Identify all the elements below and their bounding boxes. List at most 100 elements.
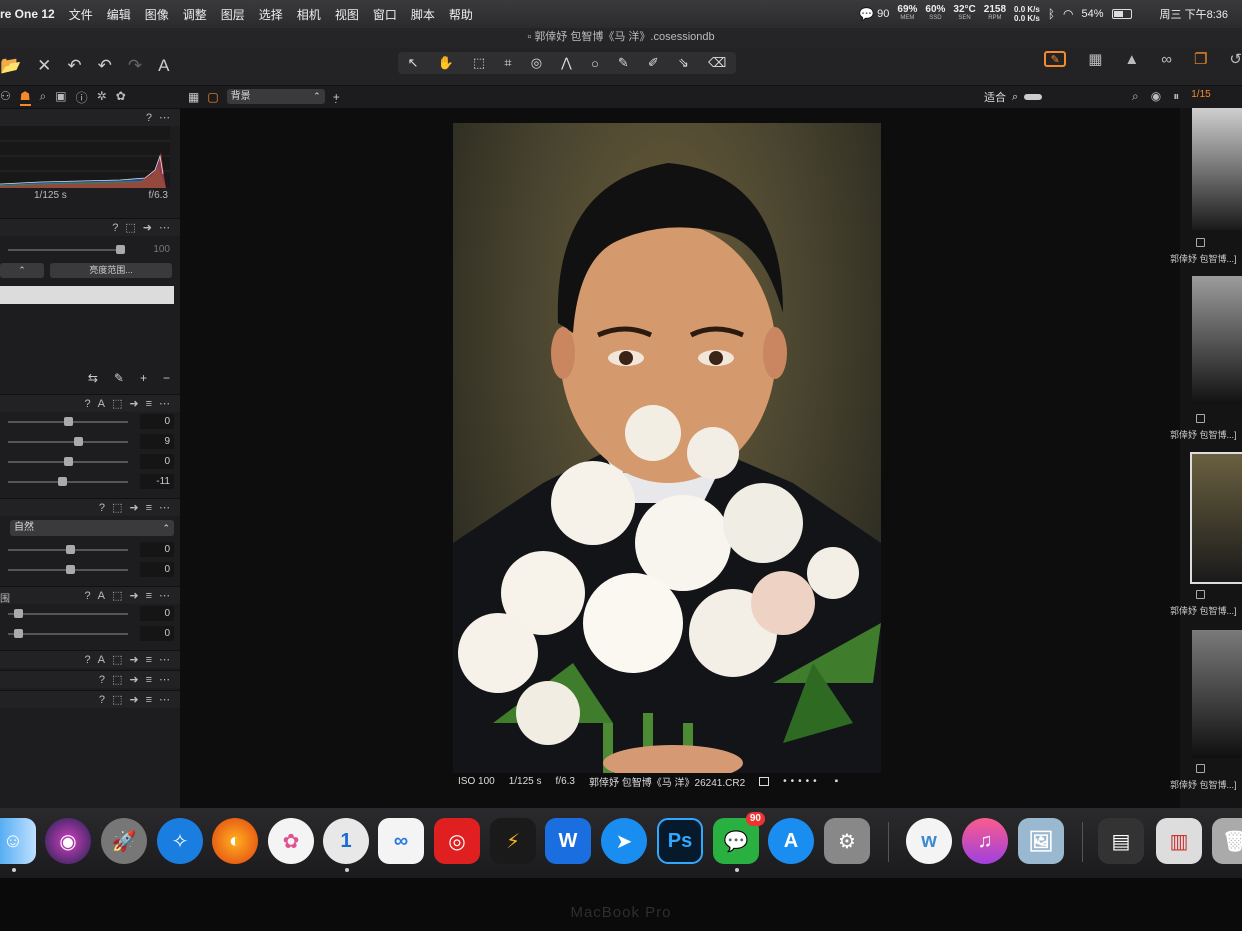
more-icon[interactable]: ⋯	[159, 589, 170, 602]
color-tag-icon[interactable]: ▪	[835, 776, 839, 787]
zoom-slider[interactable]	[1024, 94, 1043, 100]
more-icon[interactable]: ⋯	[159, 693, 170, 706]
tab-styles-icon[interactable]: ✿	[116, 89, 126, 106]
thumbnail-checkbox[interactable]	[1196, 590, 1205, 599]
tab-details-icon[interactable]: ⌕	[40, 89, 47, 106]
apply-icon[interactable]: ➜	[143, 221, 152, 234]
help-icon[interactable]: ?	[84, 398, 90, 410]
opacity-value[interactable]: 100	[140, 242, 174, 257]
vignette-mid-value[interactable]: 0	[140, 626, 174, 641]
menu-image[interactable]: 图像	[145, 6, 169, 23]
menu-layer[interactable]: 图层	[221, 6, 245, 23]
launchpad-icon[interactable]: 🚀	[101, 818, 147, 864]
menu-edit[interactable]: 编辑	[107, 6, 131, 23]
clarity-slider[interactable]	[66, 545, 75, 554]
clock[interactable]: 周三 下午8:36	[1160, 6, 1228, 22]
dingtalk-icon[interactable]: ➤	[601, 818, 647, 864]
delete-icon[interactable]: ✕	[37, 56, 51, 76]
menu-select[interactable]: 选择	[259, 6, 283, 23]
auto-icon[interactable]: A	[98, 654, 105, 666]
collapsed-tool-2[interactable]: ? ⬚ ➜ ≡ ⋯	[0, 670, 180, 688]
collapsed-tool-1[interactable]: ? A ⬚ ➜ ≡ ⋯	[0, 650, 180, 668]
apply-icon[interactable]: ➜	[129, 589, 138, 602]
apply-icon[interactable]: ➜	[129, 501, 138, 514]
zoom-icon[interactable]: ⌕	[1012, 91, 1018, 104]
brush-tool-icon[interactable]: ✎	[618, 55, 629, 71]
wunderlist-icon[interactable]: w	[906, 818, 952, 864]
vignette-amount-slider[interactable]	[14, 609, 23, 618]
clarity-value[interactable]: 0	[140, 542, 174, 557]
auto-icon[interactable]: A	[98, 590, 105, 602]
copy-icon[interactable]: ⬚	[112, 653, 122, 666]
add-layer-icon[interactable]: +̣	[333, 90, 340, 104]
apply-icon[interactable]: ➜	[129, 397, 138, 410]
downloads-stack-icon[interactable]: ▤	[1098, 818, 1144, 864]
photos-icon[interactable]: ✿	[268, 818, 314, 864]
pause-icon[interactable]: ⏸	[1173, 89, 1179, 104]
menu-view[interactable]: 视图	[335, 6, 359, 23]
app-menu[interactable]: re One 12	[0, 7, 55, 21]
menu-help[interactable]: 帮助	[449, 6, 473, 23]
remove-icon[interactable]: −	[163, 371, 170, 385]
help-icon[interactable]: ?	[84, 590, 90, 602]
warning-icon[interactable]: ▲	[1124, 51, 1139, 68]
contrast-value[interactable]: 9	[140, 434, 174, 449]
more-icon[interactable]: ⋯	[159, 397, 170, 410]
brush-icon[interactable]: ✎	[114, 371, 124, 385]
proof-glasses-icon[interactable]: ∞	[1161, 51, 1172, 68]
menu-file[interactable]: 文件	[69, 6, 93, 23]
copy-icon[interactable]: ⬚	[112, 693, 122, 706]
spot-tool-icon[interactable]: ○	[591, 56, 599, 71]
menu-adjust[interactable]: 调整	[183, 6, 207, 23]
tab-exposure-icon[interactable]: ☗	[19, 89, 31, 106]
rating-stars[interactable]: •••••	[783, 776, 821, 787]
search-icon[interactable]: ⌕	[1132, 89, 1139, 104]
netease-music-icon[interactable]: ◎	[434, 818, 480, 864]
preview-eye-icon[interactable]: ◉	[1151, 89, 1161, 104]
undo-icon[interactable]: ↶	[98, 56, 112, 76]
preset-icon[interactable]: ≡	[146, 398, 152, 410]
safari-icon[interactable]: ✧	[157, 818, 203, 864]
loupe-tool-icon[interactable]: ⬚	[473, 55, 485, 71]
grid-icon[interactable]: ▦	[1088, 50, 1102, 68]
copy-icon[interactable]: ⬚	[112, 589, 122, 602]
apply-icon[interactable]: ➜	[129, 673, 138, 686]
saturation-slider[interactable]	[58, 477, 67, 486]
select-checkbox[interactable]	[759, 776, 770, 786]
keystone-tool-icon[interactable]: ⋀	[561, 55, 572, 71]
vignette-mid-slider[interactable]	[14, 629, 23, 638]
siri-icon[interactable]: ◉	[45, 818, 91, 864]
preset-icon[interactable]: ≡	[146, 654, 152, 666]
help-icon[interactable]: ?	[146, 112, 152, 124]
tab-metadata-icon[interactable]: ▣	[55, 89, 66, 106]
network-meter[interactable]: 0.0 K/s 0.0 K/s	[1014, 5, 1040, 23]
structure-slider[interactable]	[66, 565, 75, 574]
copy-icon[interactable]: ⬚	[112, 501, 122, 514]
brightness-value[interactable]: 0	[140, 454, 174, 469]
mask-dropdown[interactable]: ⌃	[0, 262, 44, 278]
brightness-slider[interactable]	[64, 457, 73, 466]
auto-icon[interactable]: A	[98, 398, 105, 410]
bluetooth-icon[interactable]: ᛒ	[1048, 7, 1055, 21]
exposure-value[interactable]: 0	[140, 414, 174, 429]
menu-camera[interactable]: 相机	[297, 6, 321, 23]
eraser-tool-icon[interactable]: ⌫	[708, 55, 726, 71]
ssd-meter[interactable]: 60% SSD	[925, 5, 945, 23]
apply-icon[interactable]: ➜	[129, 693, 138, 706]
wechat-icon[interactable]: 💬 90	[713, 812, 765, 864]
shield-app-icon[interactable]: ⚡	[490, 818, 536, 864]
undo-all-icon[interactable]: ↶	[67, 56, 81, 76]
wps-icon[interactable]: W	[545, 818, 591, 864]
more-icon[interactable]: ⋯	[159, 673, 170, 686]
tab-settings-icon[interactable]: ✲	[97, 89, 107, 106]
more-icon[interactable]: ⋯	[159, 501, 170, 514]
copy-icon[interactable]: ⬚	[112, 673, 122, 686]
menu-script[interactable]: 脚本	[411, 6, 435, 23]
thumbnail-checkbox[interactable]	[1196, 238, 1205, 247]
layer-list[interactable]	[0, 286, 174, 304]
more-icon[interactable]: ⋯	[159, 653, 170, 666]
help-icon[interactable]: ?	[112, 222, 118, 234]
clarity-method-select[interactable]: 自然	[10, 520, 174, 536]
menu-window[interactable]: 窗口	[373, 6, 397, 23]
contrast-slider[interactable]	[74, 437, 83, 446]
